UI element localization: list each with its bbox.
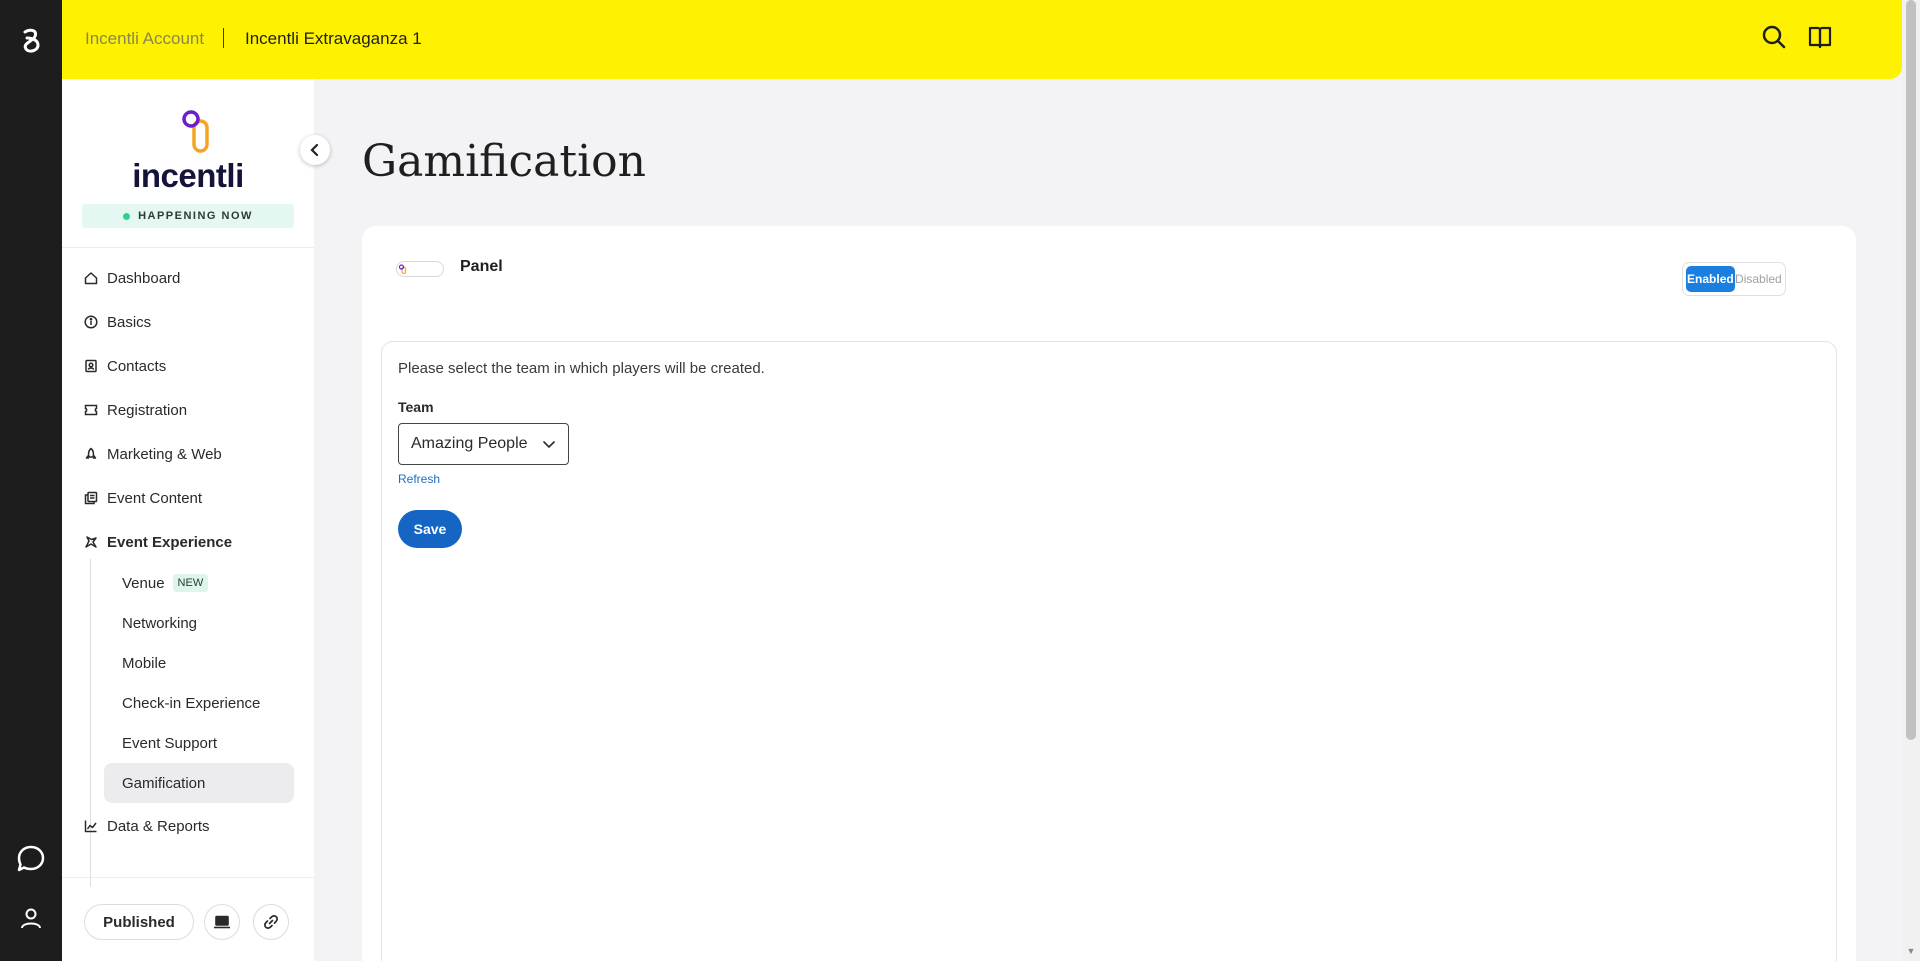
sub-item-label: Check-in Experience xyxy=(122,694,261,712)
collapse-sidebar-button[interactable] xyxy=(300,135,330,165)
toggle-disabled-option[interactable]: Disabled xyxy=(1735,266,1782,292)
sub-item-check-in[interactable]: Check-in Experience xyxy=(104,683,294,723)
sub-item-label: Networking xyxy=(122,614,198,632)
nav-item-dashboard[interactable]: Dashboard xyxy=(84,266,180,290)
chevron-left-icon xyxy=(310,143,319,157)
incentli-logo-mark-icon xyxy=(182,110,209,153)
divider xyxy=(62,247,314,248)
home-icon xyxy=(84,272,98,285)
app-rail xyxy=(0,0,62,961)
nav-item-label: Registration xyxy=(107,401,188,419)
sub-item-venue[interactable]: Venue NEW xyxy=(104,563,294,603)
scrollbar-thumb[interactable] xyxy=(1906,0,1916,740)
ticket-icon xyxy=(84,404,98,416)
instruction-text: Please select the team in which players … xyxy=(398,360,765,377)
preview-button[interactable] xyxy=(204,904,240,940)
copy-icon xyxy=(84,491,98,505)
status-dot-icon xyxy=(123,212,131,220)
panel-title: Panel xyxy=(460,258,503,275)
info-icon xyxy=(84,315,98,329)
contacts-icon xyxy=(85,359,97,373)
sparkle-icon xyxy=(85,536,97,548)
team-label: Team xyxy=(398,399,434,415)
nav-item-event-content[interactable]: Event Content xyxy=(84,486,202,510)
nav-item-label: Event Experience xyxy=(107,533,233,551)
event-status-badge: HAPPENING NOW xyxy=(82,204,294,228)
sub-item-label: Gamification xyxy=(122,774,206,792)
line-chart-icon xyxy=(84,820,97,833)
nav-item-label: Basics xyxy=(107,313,152,331)
sidebar: incentli HAPPENING NOW Dashboard Basics … xyxy=(62,79,330,961)
sub-item-mobile[interactable]: Mobile xyxy=(104,643,294,683)
nav-item-label: Event Content xyxy=(107,489,203,507)
published-status-button[interactable]: Published xyxy=(84,904,194,940)
sub-item-label: Mobile xyxy=(122,654,167,672)
team-select[interactable]: Amazing People xyxy=(398,423,569,465)
refresh-link[interactable]: Refresh xyxy=(398,472,440,486)
event-status-label: HAPPENING NOW xyxy=(138,210,253,222)
nav-item-label: Marketing & Web xyxy=(107,445,222,463)
nav-item-event-experience[interactable]: Event Experience xyxy=(84,530,232,554)
team-select-value: Amazing People xyxy=(411,435,528,452)
chevron-down-icon xyxy=(543,441,555,449)
gamification-card: Panel Enabled Disabled Please select the… xyxy=(362,226,1856,961)
sub-item-label: Venue xyxy=(122,574,165,592)
top-bar: Incentli Account Incentli Extravaganza 1 xyxy=(62,0,1902,79)
user-profile-icon[interactable] xyxy=(19,906,43,930)
breadcrumb-event[interactable]: Incentli Extravaganza 1 xyxy=(245,29,422,49)
nav-item-label: Dashboard xyxy=(107,269,181,287)
nav-item-label: Data & Reports xyxy=(107,817,210,835)
brand-name: incentli xyxy=(132,157,244,194)
scroll-down-arrow-icon[interactable]: ▼ xyxy=(1904,944,1918,958)
nav-item-marketing[interactable]: Marketing & Web xyxy=(84,442,222,466)
breadcrumb-account[interactable]: Incentli Account xyxy=(85,29,204,49)
sub-item-networking[interactable]: Networking xyxy=(104,603,294,643)
rocket-icon xyxy=(85,447,97,459)
nav-item-label: Contacts xyxy=(107,357,167,375)
app-logo-icon[interactable] xyxy=(17,26,45,54)
page-title: Gamification xyxy=(362,136,646,187)
nav-item-contacts[interactable]: Contacts xyxy=(84,354,166,378)
new-badge: NEW xyxy=(172,574,209,592)
nav-item-registration[interactable]: Registration xyxy=(84,398,187,422)
sub-item-gamification[interactable]: Gamification xyxy=(104,763,294,803)
laptop-icon xyxy=(214,915,230,929)
sub-item-label: Event Support xyxy=(122,734,218,752)
panel-thumbnail xyxy=(396,261,444,277)
save-button[interactable]: Save xyxy=(398,510,462,548)
incentli-mini-logo-icon xyxy=(398,264,407,274)
divider xyxy=(62,877,314,878)
book-icon[interactable] xyxy=(1807,24,1833,50)
breadcrumb-separator xyxy=(223,28,224,48)
enabled-disabled-toggle[interactable]: Enabled Disabled xyxy=(1682,262,1786,296)
search-icon[interactable] xyxy=(1761,24,1787,50)
team-settings-panel: Please select the team in which players … xyxy=(381,341,1837,961)
link-icon xyxy=(264,915,278,929)
sub-item-event-support[interactable]: Event Support xyxy=(104,723,294,763)
chat-icon[interactable] xyxy=(15,843,47,875)
nav-item-data-reports[interactable]: Data & Reports xyxy=(84,814,210,838)
copy-link-button[interactable] xyxy=(253,904,289,940)
nav-item-basics[interactable]: Basics xyxy=(84,310,151,334)
toggle-enabled-option[interactable]: Enabled xyxy=(1686,266,1735,292)
